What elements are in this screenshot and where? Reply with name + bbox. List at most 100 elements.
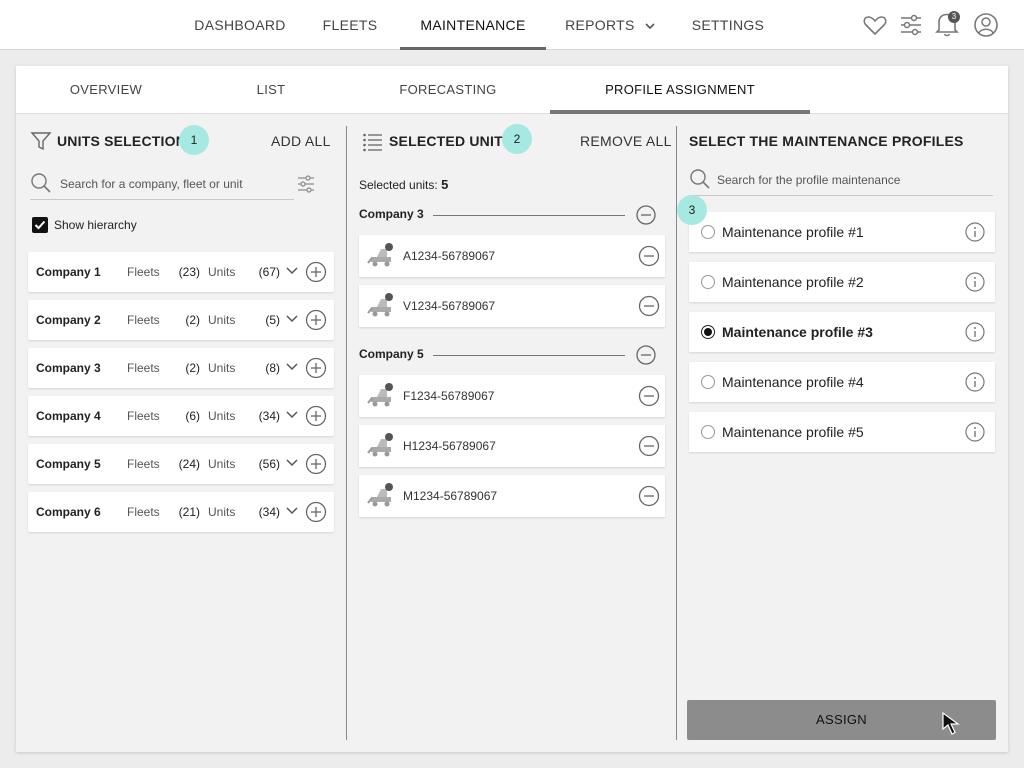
heart-icon[interactable] (862, 12, 888, 38)
remove-circle-icon[interactable] (638, 435, 660, 457)
company-name: Company 1 (36, 265, 101, 279)
unit-id: H1234-56789067 (403, 439, 496, 453)
info-icon[interactable] (965, 372, 985, 392)
column-divider (676, 126, 677, 740)
company-row[interactable]: Company 5 Fleets (24) Units (56) (28, 444, 334, 484)
remove-circle-icon[interactable] (636, 345, 656, 365)
profile-radio[interactable] (701, 275, 715, 289)
machine-icon (367, 433, 393, 457)
user-icon[interactable] (973, 12, 999, 38)
profile-option[interactable]: Maintenance profile #5 (689, 412, 995, 452)
company-row[interactable]: Company 1 Fleets (23) Units (67) (28, 252, 334, 292)
chevron-down-icon[interactable] (286, 314, 298, 324)
selected-unit-row: H1234-56789067 (359, 425, 665, 467)
units-count: (8) (265, 361, 280, 375)
chevron-down-icon[interactable] (286, 266, 298, 276)
add-circle-icon[interactable] (305, 405, 327, 427)
column-divider (346, 126, 347, 740)
add-circle-icon[interactable] (305, 501, 327, 523)
filter-icon (30, 132, 52, 151)
remove-circle-icon[interactable] (638, 245, 660, 267)
profile-option[interactable]: Maintenance profile #1 (689, 212, 995, 252)
machine-icon (367, 483, 393, 507)
unit-id: A1234-56789067 (403, 249, 496, 263)
profile-radio[interactable] (701, 375, 715, 389)
unit-id: F1234-56789067 (403, 389, 495, 403)
info-icon[interactable] (965, 272, 985, 292)
check-icon (34, 220, 46, 230)
profile-option[interactable]: Maintenance profile #4 (689, 362, 995, 402)
profile-option-selected[interactable]: Maintenance profile #3 (689, 312, 995, 352)
units-label: Units (208, 361, 236, 375)
chevron-down-icon[interactable] (286, 410, 298, 420)
selected-units-count-value: 5 (441, 177, 449, 192)
info-icon[interactable] (965, 322, 985, 342)
nav-fleets[interactable]: FLEETS (315, 0, 385, 50)
profile-name: Maintenance profile #1 (722, 224, 864, 240)
tab-forecasting[interactable]: FORECASTING (368, 66, 528, 114)
search-icon (690, 169, 710, 189)
company-row[interactable]: Company 2 Fleets (2) Units (5) (28, 300, 334, 340)
info-icon[interactable] (965, 222, 985, 242)
units-label: Units (208, 457, 236, 471)
show-hierarchy-checkbox[interactable] (32, 217, 48, 233)
profile-radio[interactable] (701, 425, 715, 439)
fleets-count: (6) (185, 409, 200, 423)
add-circle-icon[interactable] (305, 453, 327, 475)
chevron-down-icon[interactable] (286, 506, 298, 516)
profile-radio-selected[interactable] (701, 325, 715, 339)
add-circle-icon[interactable] (305, 309, 327, 331)
fleets-count: (24) (178, 457, 200, 471)
company-name: Company 2 (36, 313, 101, 327)
remove-circle-icon[interactable] (638, 485, 660, 507)
profile-option[interactable]: Maintenance profile #2 (689, 262, 995, 302)
chevron-down-icon[interactable] (286, 362, 298, 372)
units-label: Units (208, 313, 236, 327)
company-row[interactable]: Company 6 Fleets (21) Units (34) (28, 492, 334, 532)
selected-units-count-label: Selected units: (359, 178, 438, 192)
list-icon (363, 133, 382, 152)
group-divider-line (433, 215, 625, 216)
company-row[interactable]: Company 4 Fleets (6) Units (34) (28, 396, 334, 436)
units-count: (34) (258, 505, 280, 519)
units-search-placeholder: Search for a company, fleet or unit (60, 177, 243, 191)
company-row[interactable]: Company 3 Fleets (2) Units (8) (28, 348, 334, 388)
selected-units-title: SELECTED UNITS (389, 133, 513, 149)
profile-search-input[interactable]: Search for the profile maintenance (689, 166, 993, 196)
group-company-name: Company 3 (359, 207, 424, 221)
nav-settings[interactable]: SETTINGS (683, 0, 773, 79)
nav-maintenance[interactable]: MAINTENANCE (400, 0, 546, 50)
remove-all-button[interactable]: REMOVE ALL (580, 133, 672, 149)
units-label: Units (208, 505, 236, 519)
fleets-label: Fleets (127, 361, 160, 375)
selected-units-count: Selected units: 5 (359, 177, 448, 192)
tab-profile-assignment[interactable]: PROFILE ASSIGNMENT (550, 66, 810, 114)
units-search-input[interactable]: Search for a company, fleet or unit (30, 170, 294, 200)
tab-list[interactable]: LIST (221, 66, 321, 114)
remove-circle-icon[interactable] (638, 295, 660, 317)
fleets-label: Fleets (127, 505, 160, 519)
fleets-count: (23) (178, 265, 200, 279)
sliders-icon[interactable] (898, 12, 924, 38)
units-count: (67) (258, 265, 280, 279)
filter-settings-icon[interactable] (296, 174, 316, 194)
fleets-label: Fleets (127, 313, 160, 327)
notifications-button[interactable]: 3 (934, 10, 960, 38)
chevron-down-icon (645, 23, 655, 29)
fleets-label: Fleets (127, 457, 160, 471)
add-circle-icon[interactable] (305, 357, 327, 379)
add-circle-icon[interactable] (305, 261, 327, 283)
nav-reports[interactable]: REPORTS (565, 0, 655, 50)
profile-radio[interactable] (701, 225, 715, 239)
add-all-button[interactable]: ADD ALL (271, 133, 331, 149)
company-name: Company 4 (36, 409, 101, 423)
chevron-down-icon[interactable] (286, 458, 298, 468)
nav-dashboard[interactable]: DASHBOARD (190, 0, 290, 50)
tab-overview[interactable]: OVERVIEW (36, 66, 176, 114)
step-badge-1: 1 (179, 125, 209, 155)
remove-circle-icon[interactable] (638, 385, 660, 407)
profile-name: Maintenance profile #3 (722, 324, 873, 340)
remove-circle-icon[interactable] (636, 205, 656, 225)
info-icon[interactable] (965, 422, 985, 442)
company-name: Company 3 (36, 361, 101, 375)
